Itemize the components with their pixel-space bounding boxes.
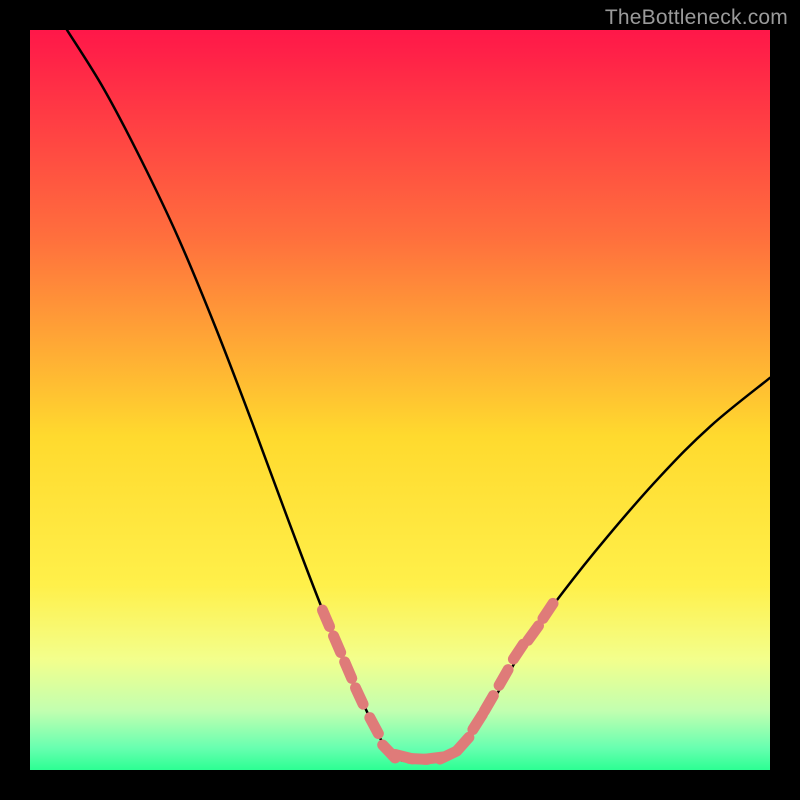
chart-svg — [30, 30, 770, 770]
marker-dash — [345, 662, 352, 679]
marker-dash — [370, 718, 378, 734]
marker-dash — [484, 696, 493, 712]
gradient-bg — [30, 30, 770, 770]
watermark-text: TheBottleneck.com — [605, 6, 788, 30]
marker-dash — [499, 670, 508, 686]
marker-dash — [322, 610, 329, 627]
marker-dash — [355, 688, 363, 704]
marker-dash — [334, 636, 341, 653]
chart-frame — [30, 30, 770, 770]
